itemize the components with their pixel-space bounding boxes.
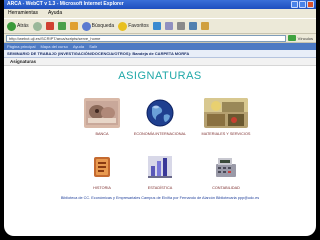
subject-label[interactable]: HISTORIA	[74, 186, 130, 190]
search-button[interactable]: Búsqueda	[81, 21, 114, 31]
history-icon[interactable]	[152, 22, 161, 30]
subject-historia[interactable]: HISTORIA	[74, 152, 130, 190]
history-image[interactable]	[84, 152, 120, 182]
menu-item-herramientas[interactable]: Herramientas	[8, 9, 38, 18]
search-icon	[81, 21, 91, 31]
accounting-image[interactable]	[208, 152, 244, 182]
minimize-button[interactable]	[291, 1, 298, 8]
subject-label[interactable]: CONTABILIDAD	[198, 186, 254, 190]
statistics-image[interactable]	[142, 152, 178, 182]
home-icon[interactable]	[69, 22, 78, 30]
subject-contabilidad[interactable]: CONTABILIDAD	[198, 152, 254, 190]
maximize-button[interactable]	[299, 1, 306, 8]
window-titlebar: ARCA - WebCT v 1.3 - Microsoft Internet …	[4, 0, 316, 9]
globe-image[interactable]	[142, 98, 178, 128]
section-title: Asignaturas	[4, 58, 316, 66]
menu-bar: Herramientas Ayuda	[4, 9, 316, 18]
page-title: ASIGNATURAS	[118, 70, 202, 82]
menu-item-ayuda[interactable]: Ayuda	[48, 9, 62, 18]
refresh-icon[interactable]	[57, 22, 66, 30]
window-title: ARCA - WebCT v 1.3 - Microsoft Internet …	[7, 1, 124, 7]
nav-course-map[interactable]: Mapa del curso	[40, 43, 67, 50]
close-button[interactable]	[307, 1, 314, 8]
subject-economia-internacional[interactable]: ECONOMÍA INTERNACIONAL	[132, 98, 188, 136]
nav-help[interactable]: Ayuda	[73, 43, 84, 50]
subject-estadistica[interactable]: ESTADÍSTICA	[132, 152, 188, 190]
subject-banca[interactable]: BANCA	[74, 98, 130, 136]
nav-home[interactable]: Página principal	[7, 43, 35, 50]
subject-label[interactable]: MATERIALES Y SERVICIOS	[198, 132, 254, 136]
go-button[interactable]	[287, 35, 296, 41]
breadcrumb: SEMINARIO DE TRABAJO (INVESTIGACIÓN/DOCE…	[4, 50, 316, 58]
print-icon[interactable]	[176, 22, 185, 30]
discuss-icon[interactable]	[200, 22, 209, 30]
favorites-button[interactable]: Favoritos	[118, 21, 149, 31]
nav-exit[interactable]: Salir	[89, 43, 97, 50]
back-button[interactable]: Atrás	[7, 21, 29, 31]
subject-materiales[interactable]: MATERIALES Y SERVICIOS	[198, 98, 254, 136]
star-icon	[118, 21, 128, 31]
address-input[interactable]: http://webct.uji.es/SCRIPT/arca/scripts/…	[6, 34, 286, 42]
subject-label[interactable]: ESTADÍSTICA	[132, 186, 188, 190]
browser-toolbar: Atrás Búsqueda Favoritos	[4, 18, 316, 34]
mail-icon[interactable]	[164, 22, 173, 30]
app-navigation: Página principal Mapa del curso Ayuda Sa…	[4, 43, 316, 50]
stop-icon[interactable]	[45, 22, 54, 30]
browser-window: ARCA - WebCT v 1.3 - Microsoft Internet …	[4, 0, 316, 236]
subject-label[interactable]: ECONOMÍA INTERNACIONAL	[132, 132, 188, 136]
materials-image[interactable]	[204, 98, 248, 128]
address-bar: http://webct.uji.es/SCRIPT/arca/scripts/…	[4, 34, 316, 43]
subject-label[interactable]: BANCA	[74, 132, 130, 136]
back-arrow-icon	[7, 21, 16, 31]
forward-arrow-icon[interactable]	[32, 21, 42, 31]
footer-text: Biblioteca de CC. Económicas y Empresari…	[60, 196, 260, 200]
banking-image[interactable]	[84, 98, 120, 128]
edit-icon[interactable]	[188, 22, 197, 30]
links-label[interactable]: Vínculos	[298, 36, 313, 41]
